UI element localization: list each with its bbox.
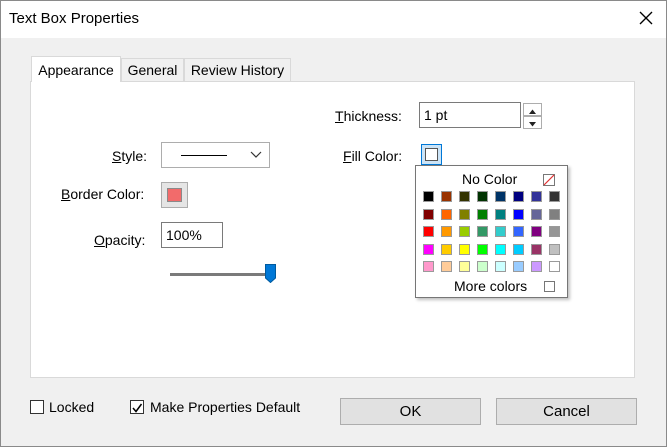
color-swatch[interactable] — [477, 191, 488, 202]
locked-label: Locked — [49, 399, 95, 415]
color-swatch[interactable] — [459, 191, 470, 202]
fill-color-swatch — [425, 148, 438, 161]
color-swatch[interactable] — [477, 208, 488, 220]
color-swatch[interactable] — [423, 208, 434, 220]
opacity-input[interactable] — [161, 222, 223, 248]
color-swatch[interactable] — [441, 208, 452, 220]
fill-color-label: Fill Color: — [343, 148, 402, 164]
close-button[interactable] — [634, 6, 658, 30]
color-swatch[interactable] — [495, 261, 506, 272]
chevron-down-icon — [250, 151, 262, 158]
opacity-slider-thumb[interactable] — [265, 264, 276, 283]
color-swatch[interactable] — [441, 261, 452, 272]
make-default-checkbox[interactable] — [130, 400, 144, 414]
color-swatch[interactable] — [441, 243, 452, 255]
checkmark-icon — [132, 403, 143, 413]
thickness-down-button[interactable] — [523, 116, 542, 129]
color-swatch[interactable] — [513, 208, 524, 220]
tab-appearance[interactable]: Appearance — [31, 56, 121, 82]
no-color-option[interactable]: No Color — [462, 171, 517, 187]
cancel-button[interactable]: Cancel — [496, 398, 637, 425]
color-swatch[interactable] — [423, 226, 434, 237]
fill-color-button[interactable] — [421, 144, 442, 165]
color-swatch[interactable] — [459, 208, 470, 220]
border-color-label: Border Color: — [61, 186, 144, 202]
color-swatch[interactable] — [513, 243, 524, 255]
line-style-preview — [181, 155, 227, 156]
no-color-icon[interactable] — [543, 174, 555, 186]
ok-button-label: OK — [399, 403, 422, 420]
style-label: Style: — [112, 148, 147, 164]
color-swatch[interactable] — [513, 226, 524, 237]
color-swatch[interactable] — [549, 243, 560, 255]
ok-button[interactable]: OK — [340, 398, 481, 425]
opacity-label: Opacity: — [94, 232, 145, 248]
color-swatch[interactable] — [477, 243, 488, 255]
color-swatch[interactable] — [459, 261, 470, 272]
color-swatch[interactable] — [513, 191, 524, 202]
color-swatch[interactable] — [513, 261, 524, 272]
color-swatch[interactable] — [495, 208, 506, 220]
tab-review-history[interactable]: Review History — [184, 58, 291, 81]
thickness-input[interactable] — [419, 102, 521, 128]
cancel-button-label: Cancel — [543, 403, 590, 420]
color-swatch[interactable] — [423, 243, 434, 255]
border-color-label-text: Border Color: — [61, 186, 145, 202]
opacity-slider-track[interactable] — [170, 273, 270, 276]
color-swatch[interactable] — [531, 191, 542, 202]
color-swatch[interactable] — [549, 191, 560, 202]
color-swatch[interactable] — [495, 243, 506, 255]
color-swatch[interactable] — [441, 191, 452, 202]
thickness-label: Thickness: — [335, 108, 402, 124]
color-swatch[interactable] — [495, 226, 506, 237]
more-colors-option[interactable]: More colors — [454, 278, 527, 294]
color-swatch[interactable] — [531, 261, 542, 272]
color-swatch[interactable] — [549, 226, 560, 237]
close-icon — [639, 11, 653, 25]
color-swatch[interactable] — [495, 191, 506, 202]
color-swatch[interactable] — [423, 191, 434, 202]
window-title: Text Box Properties — [9, 10, 140, 27]
color-swatch[interactable] — [459, 243, 470, 255]
more-colors-swatch[interactable] — [544, 281, 555, 292]
tab-label: General — [127, 62, 178, 78]
color-picker-popup: No Color More colors — [415, 165, 568, 298]
color-swatch[interactable] — [477, 226, 488, 237]
make-default-label: Make Properties Default — [150, 399, 301, 415]
fill-color-label-text: Fill Color: — [343, 148, 403, 164]
color-swatch[interactable] — [459, 226, 470, 237]
border-color-button[interactable] — [161, 182, 188, 208]
thickness-up-button[interactable] — [523, 103, 542, 116]
color-swatch[interactable] — [549, 208, 560, 220]
style-dropdown[interactable] — [161, 142, 270, 168]
style-label-text: Style: — [112, 148, 148, 164]
opacity-label-text: Opacity: — [94, 232, 146, 248]
border-color-swatch — [167, 188, 182, 202]
color-swatch[interactable] — [531, 243, 542, 255]
color-swatch[interactable] — [423, 261, 434, 272]
locked-checkbox[interactable] — [30, 400, 44, 414]
tab-label: Review History — [190, 62, 285, 78]
tab-general[interactable]: General — [121, 58, 184, 81]
color-swatch[interactable] — [531, 226, 542, 237]
tab-label: Appearance — [38, 61, 114, 78]
color-swatch[interactable] — [549, 261, 560, 272]
thickness-label-text: Thickness: — [335, 108, 402, 124]
chevron-down-icon — [529, 122, 536, 127]
color-swatch[interactable] — [477, 261, 488, 272]
color-swatch[interactable] — [441, 226, 452, 237]
color-swatch[interactable] — [531, 208, 542, 220]
